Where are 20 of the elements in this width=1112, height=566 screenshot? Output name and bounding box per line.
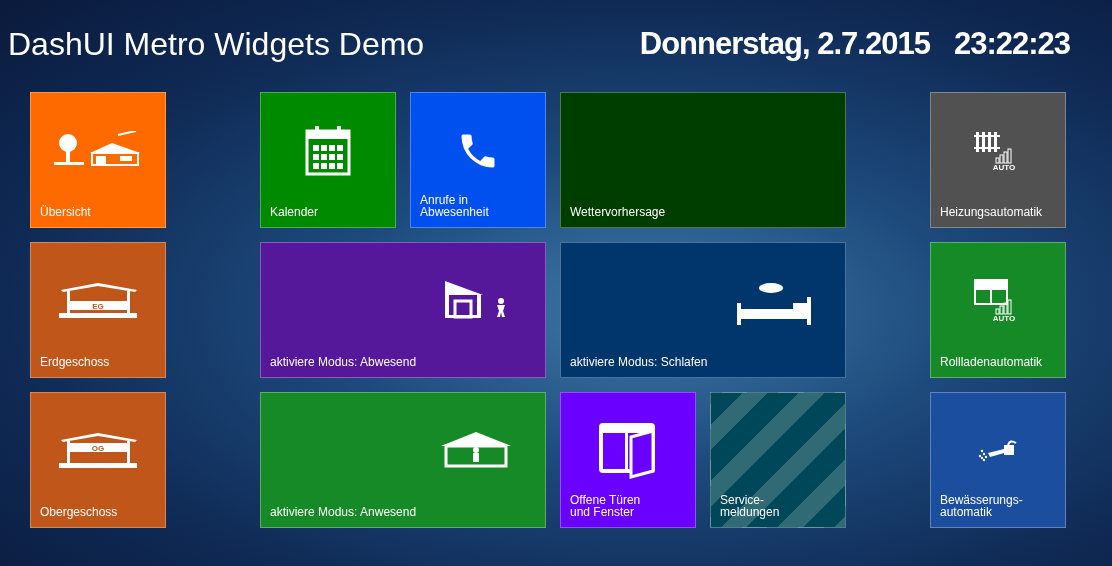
calendar-icon [305, 126, 351, 176]
tile-button[interactable]: aktiviere Modus: Abwesend [260, 242, 546, 378]
tile-button[interactable]: Service- meldungen [710, 392, 846, 528]
house-with-person-icon [441, 432, 511, 468]
tile-button[interactable]: Kalender [260, 92, 396, 228]
watering-can-icon [978, 439, 1018, 463]
open-door-icon [599, 423, 657, 479]
tile-button[interactable]: aktiviere Modus: Anwesend [260, 392, 546, 528]
time-text: 23:22:23 [953, 25, 1070, 63]
tile-button[interactable]: Anrufe in Abwesenheit [410, 92, 546, 228]
tile-button[interactable]: aktiviere Modus: Schlafen [560, 242, 846, 378]
tile-button[interactable]: AUTO Heizungsautomatik [930, 92, 1066, 228]
tile-button[interactable]: Offene Türen und Fenster [560, 392, 696, 528]
page-title: DashUI Metro Widgets Demo [8, 25, 425, 64]
tile-button[interactable]: EG Erdgeschoss [30, 242, 166, 378]
tile-button[interactable]: AUTO Rollladenautomatik [930, 242, 1066, 378]
tile-button[interactable]: OG Obergeschoss [30, 392, 166, 528]
tile-button[interactable]: Wettervorhersage [560, 92, 846, 228]
date-text: Donnerstag, 2.7.2015 [639, 25, 930, 63]
tile-button[interactable]: Bewässerungs- automatik [930, 392, 1066, 528]
